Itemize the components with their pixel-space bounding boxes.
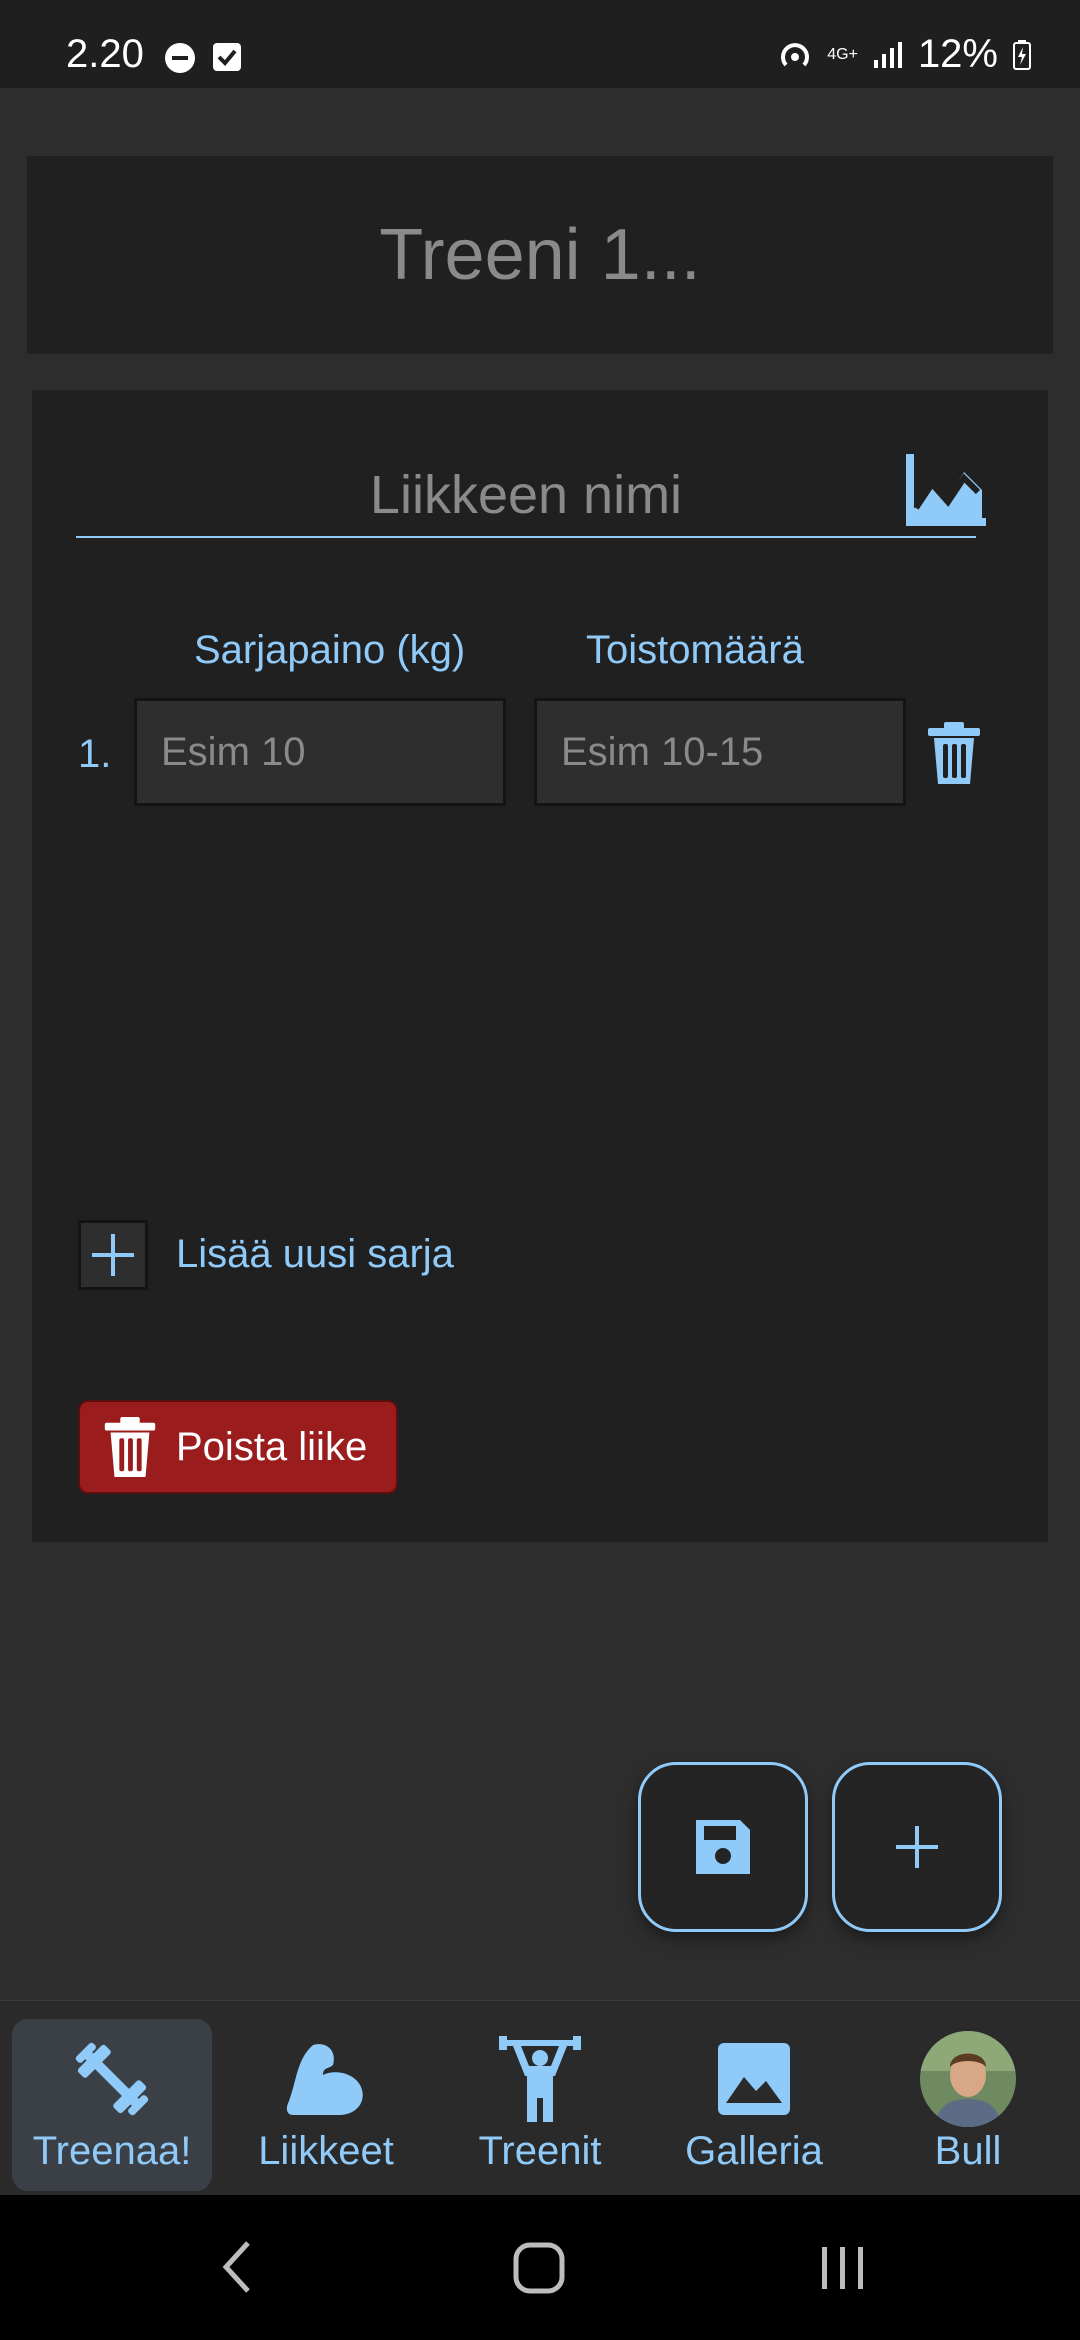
nav-label: Treenaa! [32, 2129, 192, 2173]
exercise-card: Sarjapaino (kg) Toistomäärä 1. Lisää uus… [32, 390, 1048, 1542]
set-number: 1. [78, 732, 112, 776]
do-not-disturb-icon [165, 43, 195, 73]
bicep-icon [286, 2044, 363, 2115]
reps-column-header: Toistomäärä [586, 628, 804, 672]
task-check-icon [213, 43, 241, 71]
add-exercise-button[interactable] [832, 1762, 1002, 1932]
nav-label: Galleria [685, 2129, 823, 2173]
nav-item-treenaa[interactable]: Treenaa! [12, 2019, 212, 2191]
workout-title-field[interactable]: Treeni 1... [27, 156, 1053, 354]
back-icon[interactable] [218, 2239, 254, 2295]
weight-column-header: Sarjapaino (kg) [194, 628, 466, 672]
dumbbell-icon [75, 2042, 149, 2116]
nav-item-profile[interactable]: Bull [868, 2019, 1068, 2191]
chart-icon[interactable] [906, 450, 990, 526]
hotspot-icon [781, 42, 810, 66]
home-icon[interactable] [512, 2241, 566, 2295]
image-icon [718, 2043, 790, 2115]
weight-input[interactable] [134, 698, 506, 806]
nav-label: Treenit [478, 2129, 602, 2173]
status-bar: 2.20 4G+ 12% [0, 0, 1080, 88]
add-set-button[interactable] [78, 1220, 148, 1290]
delete-set-trash-icon[interactable] [926, 720, 982, 786]
nav-item-treenit[interactable]: Treenit [440, 2019, 640, 2191]
exercise-name-input[interactable] [76, 454, 976, 538]
nav-label: Bull [934, 2129, 1002, 2173]
add-set-label[interactable]: Lisää uusi sarja [176, 1232, 454, 1277]
nav-label: Liikkeet [258, 2129, 394, 2173]
bottom-navigation: Treenaa! Liikkeet Treenit Galleria Bull [0, 2000, 1080, 2196]
avatar [920, 2031, 1016, 2127]
nav-item-galleria[interactable]: Galleria [654, 2019, 854, 2191]
save-icon [696, 1820, 750, 1874]
recents-icon[interactable] [818, 2243, 868, 2293]
battery-percent: 12% [917, 32, 998, 76]
battery-icon [1013, 39, 1031, 70]
workout-title-placeholder: Treeni 1... [379, 215, 701, 295]
status-time: 2.20 [66, 32, 144, 76]
delete-exercise-label: Poista liike [176, 1424, 368, 1469]
nav-item-liikkeet[interactable]: Liikkeet [226, 2019, 426, 2191]
save-button[interactable] [638, 1762, 808, 1932]
plus-icon [92, 1234, 134, 1276]
network-type: 4G+ [827, 45, 858, 63]
trash-icon [104, 1416, 156, 1478]
plus-icon [896, 1826, 938, 1868]
reps-input[interactable] [534, 698, 906, 806]
system-navigation-bar [0, 2195, 1080, 2340]
signal-icon [873, 41, 902, 68]
status-right: 4G+ 12% [777, 32, 1032, 77]
weightlifter-icon [499, 2036, 581, 2122]
delete-exercise-button[interactable]: Poista liike [78, 1400, 398, 1494]
